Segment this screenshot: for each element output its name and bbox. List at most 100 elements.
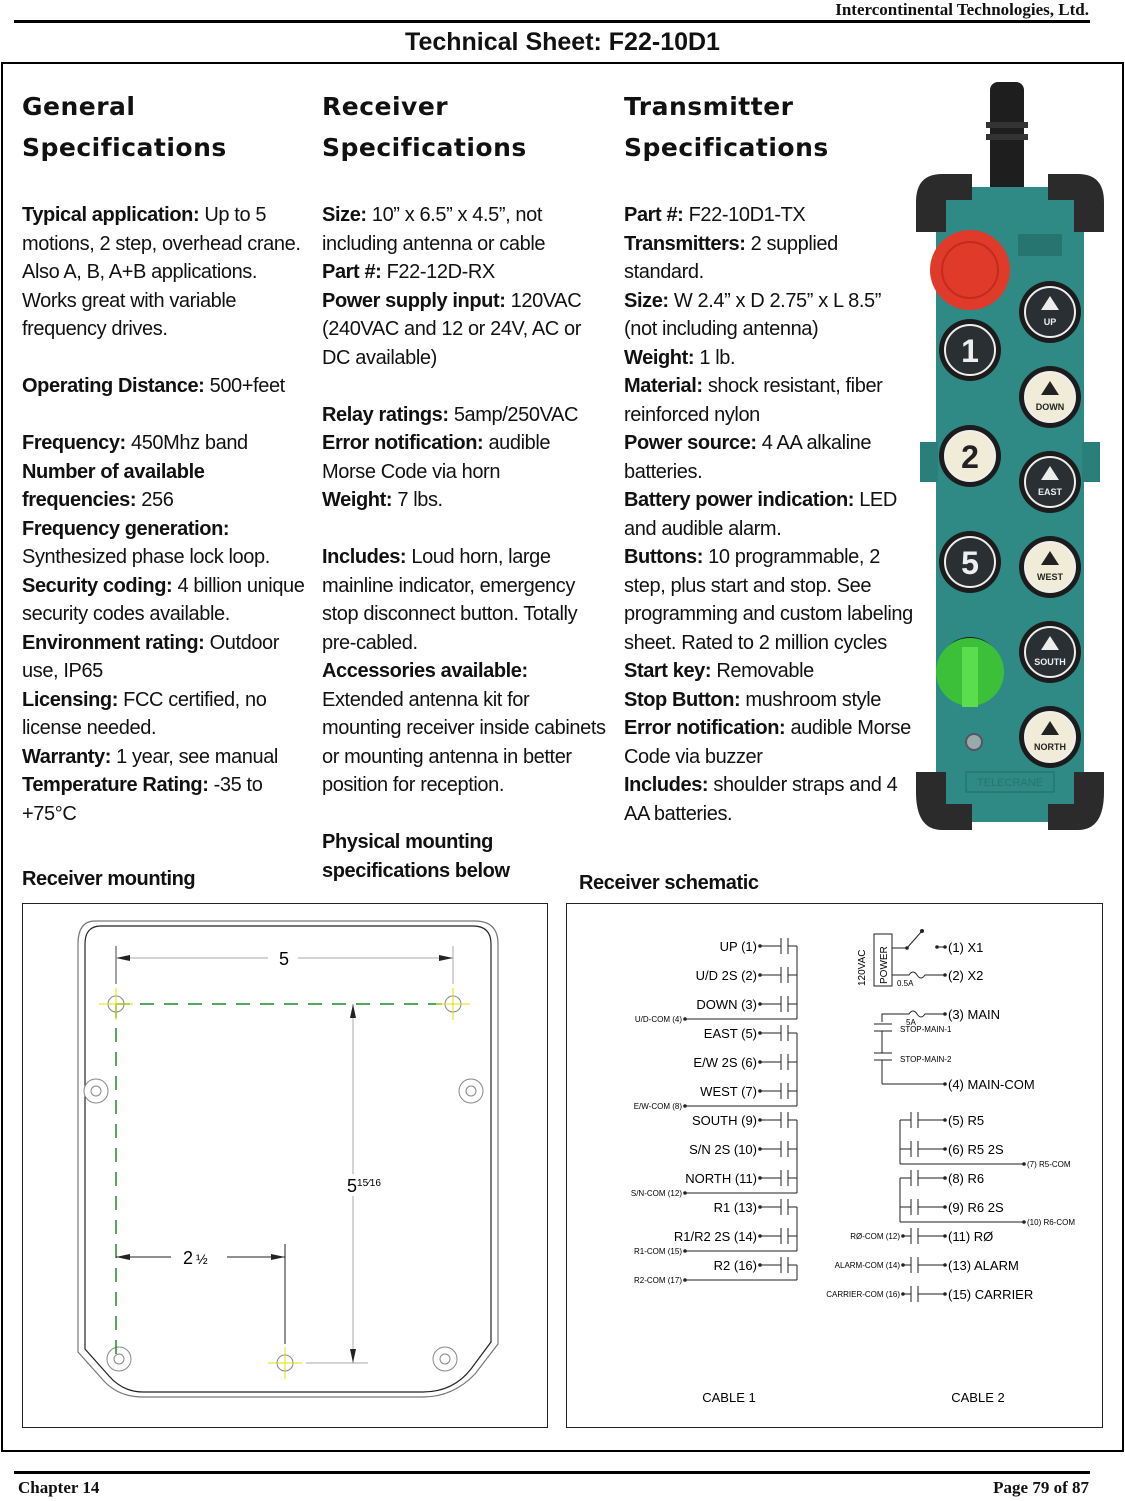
spec-label: Frequency: — [22, 432, 126, 454]
spec-label: Power source: — [624, 432, 757, 454]
spec-item: Battery power indication: LED and audibl… — [624, 486, 914, 543]
spec-label: Part #: — [624, 204, 684, 226]
remote-brand: TELECRANE — [977, 777, 1043, 789]
svg-text:R1-COM (15): R1-COM (15) — [634, 1247, 682, 1256]
svg-text:(1) X1: (1) X1 — [948, 940, 983, 955]
svg-text:U/D-COM (4): U/D-COM (4) — [635, 1015, 682, 1024]
svg-text:U/D 2S (2): U/D 2S (2) — [696, 968, 757, 983]
relay-group: (8) R6 (9) R6 2S (10) R6-COM — [899, 1170, 1075, 1227]
svg-text:2: 2 — [961, 439, 979, 475]
svg-text:CARRIER-COM (16): CARRIER-COM (16) — [826, 1290, 900, 1299]
transmitter-heading: Transmitter Specifications — [624, 92, 829, 162]
remote-button-1: 1 — [939, 319, 1001, 381]
spec-value: 450Mhz band — [125, 432, 248, 454]
spec-item: Weight: 7 lbs. — [322, 486, 607, 515]
enclosure-outline — [77, 920, 499, 1398]
svg-text:0.5A: 0.5A — [897, 979, 914, 988]
svg-text:DOWN (3): DOWN (3) — [696, 997, 757, 1012]
dimension-width: 5 — [279, 949, 289, 969]
spec-label: Size: — [624, 289, 669, 312]
spec-item: Operating Distance: 500+feet — [22, 372, 312, 401]
spec-label: Frequency generation: — [22, 517, 230, 540]
spec-label: Buttons: — [624, 546, 703, 568]
svg-text:5: 5 — [961, 545, 979, 581]
spec-item: Frequency: 450Mhz band — [22, 429, 312, 458]
spec-value: Extended antenna kit for mounting receiv… — [322, 688, 606, 797]
spec-label: Weight: — [322, 489, 393, 511]
svg-text:POWER: POWER — [879, 946, 890, 984]
svg-text:NORTH: NORTH — [1034, 742, 1066, 752]
spec-item: Environment rating: Outdoor use, IP65 — [22, 629, 312, 686]
spec-item: Error notification: audible Morse Code v… — [322, 429, 607, 486]
mounting-hole-bottom — [268, 1347, 302, 1379]
contact-group: UP (1) U/D 2S (2) DOWN (3) U/D-COM (4) — [635, 938, 798, 1024]
spec-value: F22-10D1-TX — [683, 204, 806, 226]
transmitter-spec-list: Part #: F22-10D1-TX Transmitters: 2 suppl… — [624, 201, 914, 828]
svg-text:(8) R6: (8) R6 — [948, 1171, 984, 1186]
svg-text:(3) MAIN: (3) MAIN — [948, 1007, 1000, 1022]
remote-button-down: DOWN — [1019, 366, 1081, 428]
svg-text:E/W 2S (6): E/W 2S (6) — [693, 1055, 757, 1070]
svg-text:(10) R6-COM: (10) R6-COM — [1027, 1218, 1075, 1227]
svg-text:UP (1): UP (1) — [720, 939, 757, 954]
spec-value: 256 — [136, 489, 174, 511]
svg-text:DOWN: DOWN — [1036, 402, 1065, 412]
page-title: Technical Sheet: F22-10D1 — [405, 28, 720, 56]
spec-item: Security coding: 4 billion unique securi… — [22, 572, 312, 629]
dimension-height: 515⁄16 — [347, 1176, 381, 1196]
remote-transmitter-image: 1256 UPDOWNEASTWESTSOUTHNORTH TELECRANE — [916, 82, 1104, 830]
remote-button-up: UP — [1019, 281, 1081, 343]
svg-text:E/W-COM (8): E/W-COM (8) — [634, 1102, 683, 1111]
spec-value: F22-12D-RX — [381, 261, 496, 283]
spec-value: 1 lb. — [694, 346, 736, 369]
spec-label: Weight: — [624, 346, 695, 369]
spec-item: Frequency generation: Synthesized phase … — [22, 515, 312, 572]
spec-item: Part #: F22-10D1-TX — [624, 201, 914, 230]
spec-item: Part #: F22-12D-RX — [322, 258, 607, 287]
spec-label: Accessories available: — [322, 660, 528, 682]
spec-item: Start key: Removable — [624, 657, 914, 686]
spec-item: Includes: shoulder straps and 4 AA batte… — [624, 771, 914, 828]
spec-value: Synthesized phase lock loop. — [22, 546, 270, 568]
dimension-offset: 2½ — [183, 1248, 208, 1268]
svg-text:(6) R5 2S: (6) R5 2S — [948, 1142, 1004, 1157]
spec-value: 1 year, see manual — [111, 745, 278, 768]
svg-text:ALARM-COM (14): ALARM-COM (14) — [835, 1261, 901, 1270]
spec-label: Error notification: — [624, 717, 786, 739]
svg-text:R1 (13): R1 (13) — [714, 1200, 757, 1215]
spec-value: Removable — [711, 660, 814, 682]
svg-text:WEST: WEST — [1037, 572, 1064, 582]
relay-single: RØ-COM (12) (11) RØ — [850, 1228, 993, 1244]
svg-text:(13) ALARM: (13) ALARM — [948, 1258, 1019, 1273]
receiver-schematic-label: Receiver schematic — [579, 872, 759, 894]
spec-item: Accessories available: Extended antenna … — [322, 657, 607, 800]
svg-text:R2 (16): R2 (16) — [714, 1258, 757, 1273]
cable-1-label: CABLE 1 — [702, 1390, 755, 1405]
receiver-heading: Receiver Specifications — [322, 92, 527, 162]
contact-group: R2 (16) R2-COM (17) — [634, 1257, 798, 1285]
footer-rule — [14, 1471, 1090, 1474]
relay-single: ALARM-COM (14) (13) ALARM — [835, 1257, 1019, 1273]
spec-label: Includes: — [322, 546, 407, 568]
spec-item: Error notification: audible Morse Code v… — [624, 714, 914, 771]
spec-label: Number of available frequencies: — [22, 460, 205, 512]
remote-button-east: EAST — [1019, 451, 1081, 513]
spec-label: Includes: — [624, 774, 709, 796]
header-rule — [14, 20, 1090, 23]
spec-label: Part #: — [322, 261, 382, 283]
power-circuit: POWER 120VAC (1) X1 0.5A (2) X2 5A (3) M… — [857, 929, 1035, 1092]
contact-group: SOUTH (9) S/N 2S (10) NORTH (11)S/N-COM (1… — [631, 1112, 798, 1198]
spec-label: Temperature Rating: — [22, 774, 209, 796]
svg-text:R1/R2 2S (14): R1/R2 2S (14) — [674, 1229, 757, 1244]
cable-2-label: CABLE 2 — [951, 1390, 1004, 1405]
svg-text:(4) MAIN-COM: (4) MAIN-COM — [948, 1077, 1035, 1092]
spec-item: Stop Button: mushroom style — [624, 686, 914, 715]
spec-item: Size: 10” x 6.5” x 4.5”, not including a… — [322, 201, 607, 258]
receiver-mounting-diagram: 5 515⁄16 2½ — [22, 903, 548, 1428]
spec-item: Licensing: FCC certified, no license nee… — [22, 686, 312, 743]
relay-group: (5) R5 (6) R5 2S (7) R5-COM — [899, 1112, 1071, 1169]
spec-item: Temperature Rating: -35 to +75°C — [22, 771, 312, 828]
spec-value: 7 lbs. — [392, 489, 443, 511]
general-specifications: General Specifications Typical applicati… — [22, 86, 312, 828]
spec-value: 5amp/250VAC — [448, 403, 579, 426]
